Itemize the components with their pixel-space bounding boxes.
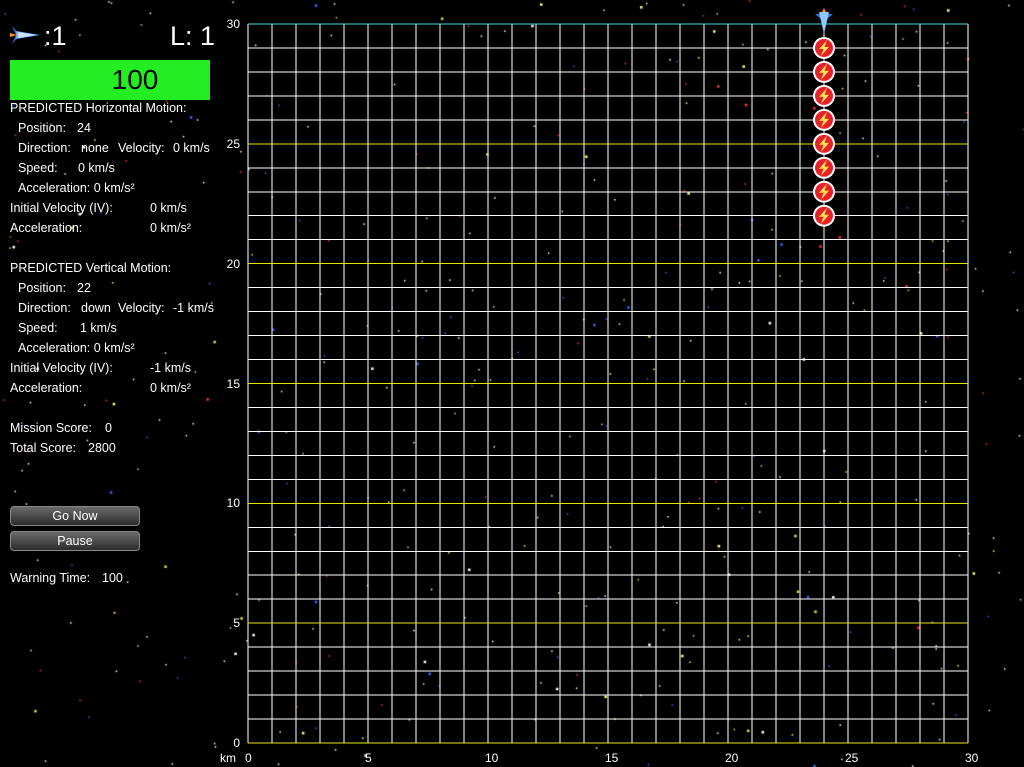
spaceship-icon <box>815 8 833 34</box>
predicted-path-marker <box>813 84 835 107</box>
predicted-path-marker <box>813 156 835 179</box>
x-tick-label: 30 <box>965 751 979 765</box>
x-tick-label: 5 <box>365 751 372 765</box>
x-tick-label: 20 <box>725 751 739 765</box>
predicted-path-marker <box>813 108 835 131</box>
axis-unit-label: km <box>220 751 236 765</box>
predicted-path-marker <box>813 204 835 227</box>
predicted-path-marker <box>813 60 835 83</box>
y-tick-label: 20 <box>226 256 240 271</box>
y-tick-label: 5 <box>233 616 240 631</box>
x-tick-label: 10 <box>485 751 499 765</box>
y-tick-label: 25 <box>226 136 240 151</box>
x-tick-label: 0 <box>245 751 252 765</box>
game-grid[interactable] <box>0 0 1024 767</box>
y-tick-label: 30 <box>226 17 240 31</box>
y-tick-label: 0 <box>233 736 240 750</box>
y-tick-label: 15 <box>226 376 240 391</box>
predicted-path-marker <box>813 132 835 155</box>
y-tick-label: 10 <box>226 496 240 511</box>
x-tick-label: 15 <box>605 751 619 765</box>
predicted-path-marker <box>813 180 835 203</box>
x-tick-label: 25 <box>845 751 859 765</box>
predicted-path-marker <box>813 36 835 59</box>
